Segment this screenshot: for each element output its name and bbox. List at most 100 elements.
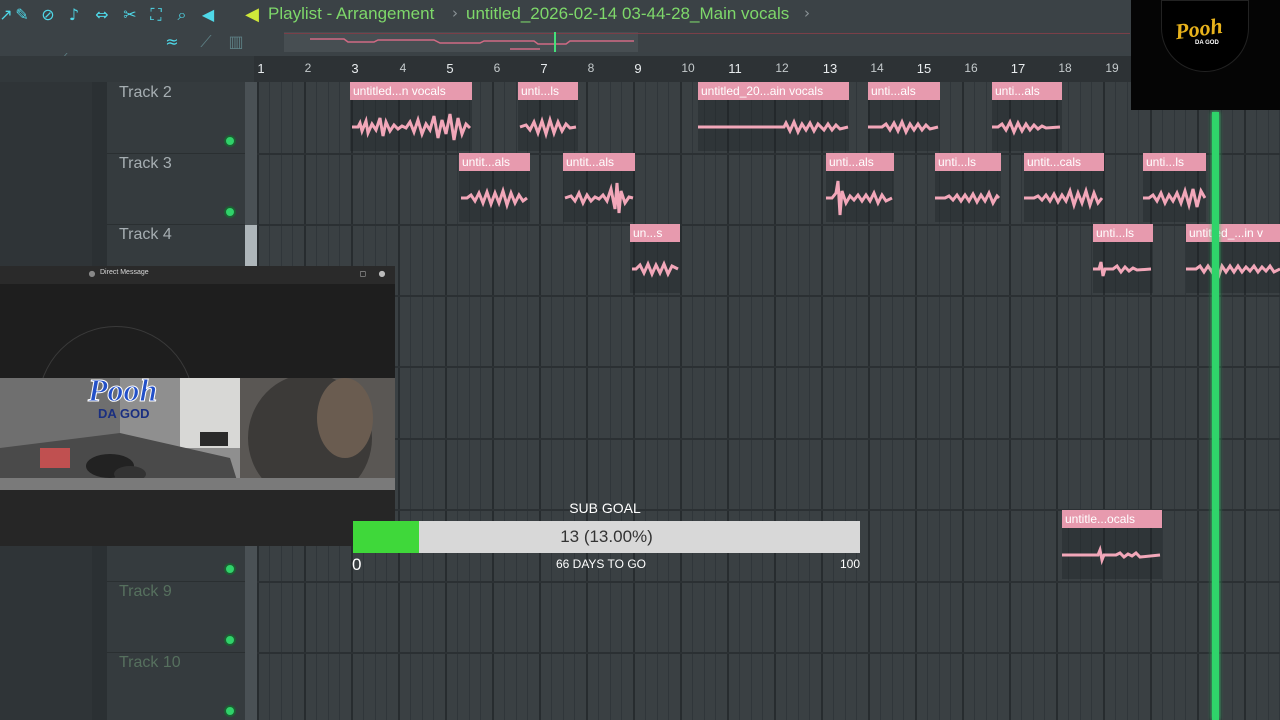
bar-number: 1: [257, 61, 265, 76]
chat-title: Direct Message: [100, 269, 149, 276]
beat-gridline: [433, 82, 435, 720]
playback-icon[interactable]: ◀: [198, 5, 218, 25]
sub-goal-progress-text: 13 (13.00%): [560, 527, 653, 546]
overview-position-marker[interactable]: [554, 32, 556, 52]
track-name[interactable]: Track 2: [119, 84, 172, 102]
mute-icon[interactable]: ♪: [64, 5, 84, 25]
track-mute-led[interactable]: [224, 135, 236, 147]
beat-gridline: [785, 82, 787, 720]
clip-title[interactable]: untitled...n vocals: [350, 82, 472, 100]
audio-clip[interactable]: un...s: [630, 224, 680, 293]
clip-title[interactable]: unti...ls: [935, 153, 1001, 171]
zoom-icon[interactable]: ⌕: [172, 5, 192, 25]
audio-clip[interactable]: untitle...ocals: [1062, 510, 1162, 579]
audio-clip[interactable]: unti...ls: [518, 82, 578, 151]
audio-clip[interactable]: unti...als: [868, 82, 940, 151]
beat-gridline: [409, 82, 411, 720]
track-row-line: [257, 153, 1280, 155]
clip-title[interactable]: unti...als: [826, 153, 894, 171]
webcam-logo-sub: DA GOD: [98, 406, 150, 421]
audio-clip[interactable]: unti...ls: [1093, 224, 1153, 293]
clip-title[interactable]: unti...ls: [1143, 153, 1206, 171]
clip-title[interactable]: untit...als: [563, 153, 635, 171]
bar-number: 11: [728, 61, 742, 76]
audio-clip[interactable]: untitled...n vocals: [350, 82, 472, 151]
stretch-icon[interactable]: ⟋: [196, 32, 216, 52]
chat-close-icon[interactable]: ●: [376, 268, 388, 280]
pattern-name[interactable]: untitled_2026-02-14 03-44-28_Main vocals: [466, 4, 789, 24]
clip-waveform: [461, 185, 528, 211]
direct-message-window[interactable]: ● Direct Message ◻ ● Pooh DA GOD: [0, 266, 395, 546]
clip-title[interactable]: untit...als: [459, 153, 530, 171]
beat-gridline: [456, 82, 458, 720]
pattern-speaker-icon[interactable]: ◀: [240, 3, 264, 27]
track-strip-highlight[interactable]: [245, 225, 257, 267]
clip-title[interactable]: unti...als: [992, 82, 1062, 100]
slice-icon[interactable]: ✂: [120, 5, 140, 25]
webcam-feed: Pooh DA GOD: [0, 378, 395, 490]
clip-title[interactable]: unti...ls: [1093, 224, 1153, 242]
clip-title[interactable]: untitled_...in v: [1186, 224, 1280, 242]
clip-title[interactable]: unti...ls: [518, 82, 578, 100]
track-mute-led[interactable]: [224, 634, 236, 646]
beat-gridline: [668, 82, 670, 720]
clip-waveform: [1093, 261, 1152, 277]
track-mute-led[interactable]: [224, 206, 236, 218]
chat-popout-icon[interactable]: ◻: [357, 268, 369, 280]
track-name[interactable]: Track 3: [119, 155, 172, 173]
audio-clip[interactable]: untitled_...in v: [1186, 224, 1280, 293]
bar-number: 12: [775, 61, 789, 75]
pattern-arrow-icon[interactable]: ›: [804, 4, 810, 22]
clip-title[interactable]: un...s: [630, 224, 680, 242]
audio-clip[interactable]: untit...als: [459, 153, 530, 222]
beat-gridline: [691, 82, 693, 720]
bar-number: 4: [399, 61, 407, 75]
beat-gridline: [903, 82, 905, 720]
audio-clip[interactable]: unti...ls: [935, 153, 1001, 222]
track-row-line: [257, 652, 1280, 654]
beat-gridline: [797, 82, 799, 720]
track-divider: [107, 581, 245, 582]
select-icon[interactable]: ⛶: [146, 5, 166, 25]
bar-number: 13: [822, 61, 838, 76]
audio-clip[interactable]: unti...als: [826, 153, 894, 222]
bar-number: 16: [964, 61, 978, 75]
sub-goal-label: SUB GOAL: [569, 500, 641, 516]
track-name[interactable]: Track 4: [119, 226, 172, 244]
bar-gridline: [821, 82, 823, 720]
waveform-icon[interactable]: ≈: [162, 32, 182, 52]
beat-gridline: [421, 82, 423, 720]
sub-goal-days-left: 66 DAYS TO GO: [555, 557, 647, 571]
delete-icon[interactable]: ⊘: [38, 5, 58, 25]
clip-waveform: [992, 118, 1061, 136]
track-mute-led[interactable]: [224, 563, 236, 575]
webcam-logo-text: Pooh: [87, 378, 158, 409]
paint-icon[interactable]: ✎: [12, 5, 32, 25]
clip-waveform: [519, 114, 577, 140]
clip-title[interactable]: untitle...ocals: [1062, 510, 1162, 528]
clip-title[interactable]: untitled_20...ain vocals: [698, 82, 849, 100]
track-name[interactable]: Track 9: [119, 583, 172, 601]
clip-title[interactable]: unti...als: [868, 82, 940, 100]
track-name[interactable]: Track 10: [119, 654, 181, 672]
track-mute-led[interactable]: [224, 705, 236, 717]
playhead-marker[interactable]: [1212, 112, 1219, 720]
playlist-overview-empty[interactable]: [638, 32, 1130, 52]
bar-number: 17: [1010, 61, 1026, 76]
bar-gridline: [445, 82, 447, 720]
audio-clip[interactable]: unti...als: [992, 82, 1062, 151]
window-title: Playlist - Arrangement: [268, 4, 435, 23]
clip-title[interactable]: untit...cals: [1024, 153, 1104, 171]
title-separator: ›: [452, 4, 458, 22]
slip-icon[interactable]: ⇔: [92, 5, 112, 25]
bar-number: 14: [870, 61, 884, 75]
piano-icon[interactable]: ▥: [226, 32, 246, 52]
track-row-line: [257, 438, 1280, 440]
bar-number: 5: [446, 61, 454, 76]
audio-clip[interactable]: untitled_20...ain vocals: [698, 82, 849, 151]
audio-clip[interactable]: untit...cals: [1024, 153, 1104, 222]
audio-clip[interactable]: unti...ls: [1143, 153, 1206, 222]
beat-gridline: [550, 82, 552, 720]
clip-waveform: [1024, 185, 1104, 211]
audio-clip[interactable]: untit...als: [563, 153, 635, 222]
